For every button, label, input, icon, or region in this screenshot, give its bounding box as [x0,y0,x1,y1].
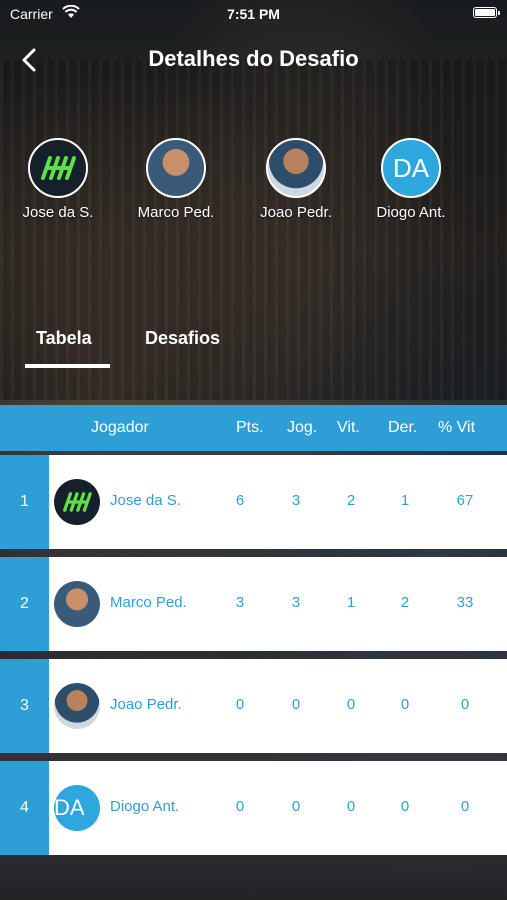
player-name-cell: Marco Ped. [110,594,187,611]
der-cell: 1 [400,492,410,509]
player-name-cell: Joao Pedr. [110,696,182,713]
pts-cell: 0 [235,798,245,815]
vit-cell: 0 [346,798,356,815]
player-card-marco[interactable]: Marco Ped. [118,138,234,221]
tab-indicator [25,364,110,368]
player-name-cell: Diogo Ant. [110,798,180,815]
table-header: Jogador Pts. Jog. Vit. Der. % Vit [0,405,507,451]
profile-photo-avatar [54,581,100,627]
pts-cell: 0 [235,696,245,713]
initials-avatar: DA [381,138,441,198]
jog-cell: 0 [291,798,301,815]
player-card-jose[interactable]: Jose da S. [0,138,116,221]
jog-cell: 0 [291,696,301,713]
player-card-joao[interactable]: Joao Pedr. [238,138,354,221]
pts-cell: 3 [235,594,245,611]
vit-cell: 1 [346,594,356,611]
profile-photo-avatar [266,138,326,198]
profile-photo-avatar [54,683,100,729]
column-header-jog: Jog. [287,419,318,436]
tab-bar: Tabela Desafios [0,328,507,370]
rank-cell: 4 [0,761,49,855]
row-body: Jose da S. 6 3 2 1 67 [49,455,507,549]
player-name-cell: Jose da S. [110,492,181,509]
table-row[interactable]: 2 Marco Ped. 3 3 1 2 33 [0,557,507,651]
der-cell: 0 [400,798,410,815]
row-body: DA Diogo Ant. 0 0 0 0 0 [49,761,507,855]
rank-cell: 3 [0,659,49,753]
column-header-pts: Pts. [236,419,264,436]
der-cell: 2 [400,594,410,611]
navigation-bar: Detalhes do Desafio [0,40,507,80]
table-row[interactable]: 1 Jose da S. 6 3 2 1 67 [0,455,507,549]
status-bar: Carrier 7:51 PM [0,0,507,28]
pct-vit-cell: 67 [456,492,474,509]
pct-vit-cell: 33 [456,594,474,611]
rank-cell: 1 [0,455,49,549]
player-name: Diogo Ant. [376,204,446,221]
row-body: Marco Ped. 3 3 1 2 33 [49,557,507,651]
tab-tabela[interactable]: Tabela [36,328,92,349]
team-logo-avatar [54,479,100,525]
player-name: Jose da S. [22,204,94,221]
vit-cell: 0 [346,696,356,713]
table-row[interactable]: 4 DA Diogo Ant. 0 0 0 0 0 [0,761,507,855]
row-body: Joao Pedr. 0 0 0 0 0 [49,659,507,753]
battery-icon [473,7,500,18]
der-cell: 0 [400,696,410,713]
column-header-vit: Vit. [337,419,360,436]
player-name: Marco Ped. [137,204,215,221]
pct-vit-cell: 0 [460,696,470,713]
page-title: Detalhes do Desafio [148,46,359,71]
clock: 7:51 PM [227,6,280,22]
player-name: Joao Pedr. [260,204,332,221]
column-header-jogador: Jogador [91,419,149,436]
players-strip: Jose da S. Marco Ped. Joao Pedr. DA Diog… [0,138,507,238]
profile-photo-avatar [146,138,206,198]
pct-vit-cell: 0 [460,798,470,815]
jog-cell: 3 [291,492,301,509]
player-card-diogo[interactable]: DA Diogo Ant. [353,138,469,221]
vit-cell: 2 [346,492,356,509]
pts-cell: 6 [235,492,245,509]
column-header-der: Der. [388,419,418,436]
team-logo-avatar [28,138,88,198]
jog-cell: 3 [291,594,301,611]
initials-avatar: DA [54,785,100,831]
column-header-pct-vit: % Vit [438,419,476,436]
rank-cell: 2 [0,557,49,651]
tab-desafios[interactable]: Desafios [145,328,220,349]
table-row[interactable]: 3 Joao Pedr. 0 0 0 0 0 [0,659,507,753]
